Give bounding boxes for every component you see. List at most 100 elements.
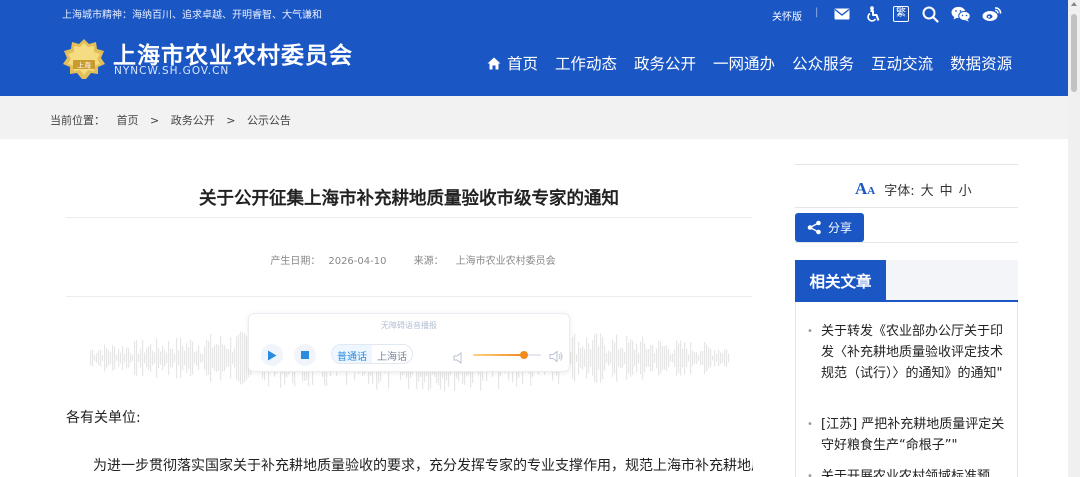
shanghainese-option[interactable]: 上海话	[372, 345, 412, 363]
scroll-up-arrow-icon[interactable]	[1071, 2, 1077, 6]
waveform-bar	[674, 349, 676, 367]
waveform-bar	[194, 352, 196, 364]
waveform-bar	[186, 343, 188, 373]
nav-data-resources[interactable]: 数据资源	[950, 52, 1012, 74]
waveform-bar	[190, 339, 192, 377]
nav-home[interactable]: 首页	[487, 52, 538, 74]
mandarin-option[interactable]: 普通话	[332, 345, 372, 363]
nav-interaction[interactable]: 互动交流	[871, 52, 933, 74]
play-button[interactable]	[261, 344, 283, 366]
search-icon[interactable]	[921, 5, 939, 23]
waveform-bar	[640, 341, 642, 375]
related-articles-tab[interactable]: 相关文章	[795, 260, 886, 302]
waveform-bar	[698, 355, 700, 361]
font-size-small[interactable]: 小	[959, 180, 972, 199]
article-title: 关于公开征集上海市补充耕地质量验收市级专家的通知	[199, 189, 619, 209]
waveform-bar	[634, 349, 636, 367]
waveform-bar	[670, 354, 672, 362]
volume-low-icon[interactable]	[453, 349, 465, 368]
waveform-bar	[192, 341, 194, 375]
mail-icon[interactable]	[833, 5, 851, 23]
accessibility-icon[interactable]	[864, 5, 882, 23]
waveform-bar	[124, 353, 126, 363]
waveform-bar	[220, 335, 222, 381]
share-button[interactable]: 分享	[795, 213, 864, 242]
volume-slider-handle[interactable]	[520, 351, 528, 359]
related-article-title[interactable]: 关于转发《农业部办公厅关于印发〈补充耕地质量验收评定技术规范（试行）〉的通知》的…	[807, 321, 1007, 384]
nav-public-services[interactable]: 公众服务	[792, 52, 854, 74]
waveform-bar	[134, 340, 136, 376]
waveform-bar	[228, 349, 230, 367]
waveform-bar	[214, 345, 216, 371]
language-toggle: 普通话 上海话	[331, 344, 413, 364]
page-scrollbar[interactable]	[1068, 0, 1080, 477]
government-emblem-logo[interactable]: 上海	[62, 38, 106, 80]
waveform-bar	[230, 337, 232, 379]
care-mode-link[interactable]: 关怀版	[772, 8, 802, 23]
font-size-large[interactable]: 大	[921, 180, 934, 199]
nav-home-label: 首页	[507, 55, 539, 73]
breadcrumb-home[interactable]: 首页	[117, 114, 139, 127]
stop-button[interactable]	[294, 344, 316, 366]
waveform-bar	[684, 342, 686, 374]
waveform-bar	[710, 348, 712, 368]
waveform-bar	[158, 347, 160, 369]
waveform-bar	[636, 343, 638, 373]
waveform-bar	[576, 354, 578, 362]
waveform-bar	[96, 353, 98, 363]
waveform-bar	[234, 348, 236, 368]
waveform-bar	[690, 342, 692, 374]
weibo-icon[interactable]	[982, 5, 1002, 23]
waveform-bar	[694, 352, 696, 364]
waveform-bar	[226, 348, 228, 368]
font-size-label: 字体:	[884, 183, 915, 199]
waveform-bar	[688, 354, 690, 362]
waveform-bar	[650, 344, 652, 372]
waveform-bar	[704, 342, 706, 374]
waveform-bar	[154, 352, 156, 364]
waveform-bar	[708, 347, 710, 369]
nav-work-news[interactable]: 工作动态	[555, 52, 617, 74]
waveform-bar	[610, 352, 612, 364]
wechat-icon[interactable]	[951, 5, 971, 23]
waveform-bar	[604, 345, 606, 371]
traditional-chinese-icon[interactable]: 繁	[892, 5, 910, 23]
scrollbar-thumb[interactable]	[1071, 14, 1077, 92]
waveform-bar	[136, 340, 138, 376]
waveform-bar	[208, 340, 210, 376]
waveform-bar	[662, 346, 664, 370]
waveform-bar	[586, 337, 588, 379]
breadcrumb-separator: >	[226, 114, 236, 127]
waveform-bar	[620, 347, 622, 369]
nav-government-affairs[interactable]: 政务公开	[634, 52, 696, 74]
waveform-bar	[682, 348, 684, 368]
waveform-bar	[664, 346, 666, 370]
volume-slider-fill	[473, 354, 524, 356]
waveform-bar	[596, 333, 598, 383]
date-label: 产生日期：	[270, 256, 321, 267]
volume-high-icon[interactable]	[549, 348, 563, 367]
waveform-bar	[656, 348, 658, 368]
waveform-bar	[164, 349, 166, 367]
voice-broadcast-player: 无障碍语音播报 普通话 上海话	[248, 313, 570, 372]
nav-one-stop-service[interactable]: 一网通办	[713, 52, 775, 74]
related-article-item[interactable]: • 关于开展农业农村领域标准预	[807, 466, 1007, 477]
related-article-title[interactable]: [江苏] 严把补充耕地质量评定关 守好粮食生产“命根子”"	[807, 414, 1007, 456]
related-article-item[interactable]: • 关于转发《农业部办公厅关于印发〈补充耕地质量验收评定技术规范（试行）〉的通知…	[807, 321, 1007, 384]
waveform-bar	[632, 340, 634, 376]
waveform-bar	[160, 351, 162, 365]
waveform-bar	[148, 346, 150, 370]
waveform-bar	[616, 334, 618, 382]
site-domain: NYNCW.SH.GOV.CN	[114, 65, 230, 77]
article-meta: 产生日期： 2026-04-10 来源： 上海市农业农村委员会	[66, 252, 752, 267]
top-bar: 上海城市精神：海纳百川、追求卓越、开明睿智、大气谦和 关怀版 | 繁	[0, 0, 1068, 26]
related-article-title[interactable]: 关于开展农业农村领域标准预	[807, 466, 1007, 477]
waveform-bar	[606, 353, 608, 363]
font-size-medium[interactable]: 中	[940, 180, 953, 199]
breadcrumb-announcements[interactable]: 公示公告	[247, 114, 291, 127]
related-article-item[interactable]: • [江苏] 严把补充耕地质量评定关 守好粮食生产“命根子”"	[807, 414, 1007, 456]
waveform-bar	[122, 346, 124, 370]
waveform-bar	[94, 354, 96, 362]
volume-slider[interactable]	[473, 351, 541, 359]
breadcrumb-government-affairs[interactable]: 政务公开	[171, 114, 215, 127]
